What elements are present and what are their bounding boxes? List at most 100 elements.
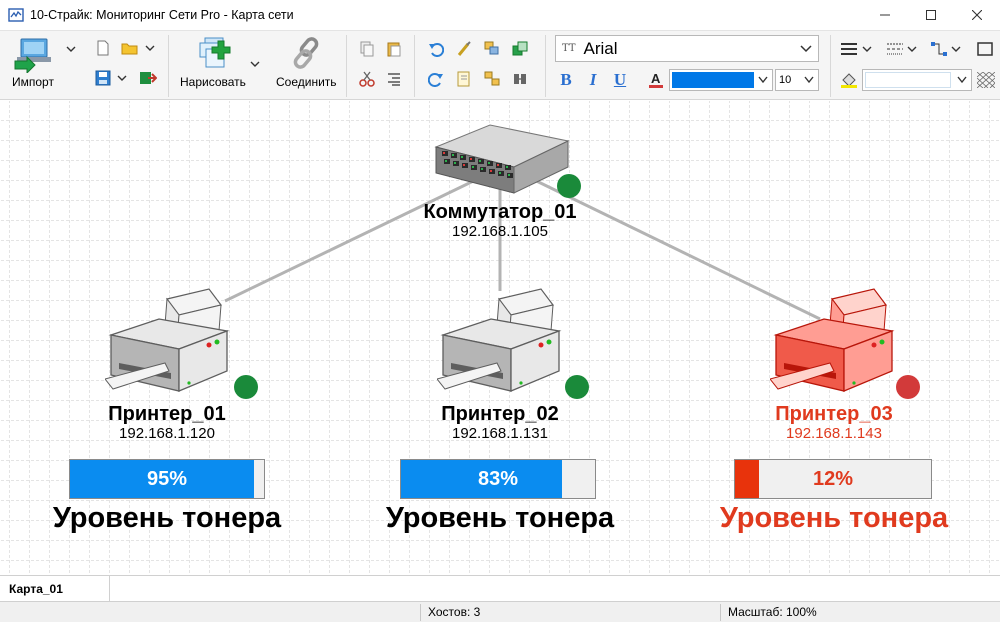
- connector-icon[interactable]: [930, 40, 948, 58]
- fill-color-select[interactable]: [862, 69, 972, 91]
- paste-icon[interactable]: [385, 40, 403, 58]
- chevron-down-icon[interactable]: [145, 43, 155, 53]
- group-icon[interactable]: [483, 40, 501, 58]
- brush-icon[interactable]: [455, 40, 473, 58]
- printer-02-toner-caption: Уровень тонера: [385, 502, 615, 534]
- connect-button[interactable]: Соединить: [276, 35, 337, 89]
- port-led: [499, 172, 501, 174]
- chevron-down-icon: [800, 45, 812, 53]
- printer-02-name: Принтер_02: [441, 403, 559, 425]
- undo-icon[interactable]: [427, 40, 445, 58]
- rectangle-icon[interactable]: [976, 40, 994, 58]
- minimize-icon: [880, 14, 890, 16]
- switch-ip: 192.168.1.105: [452, 223, 548, 240]
- network-map-canvas[interactable]: Коммутатор_01 192.168.1.105 Принтер_01 1…: [0, 101, 1000, 575]
- edit-icon[interactable]: [455, 70, 473, 88]
- port-led: [479, 160, 481, 162]
- port-led: [452, 154, 454, 156]
- close-icon: [972, 10, 982, 20]
- new-file-icon[interactable]: [94, 39, 112, 57]
- printer-01-name: Принтер_01: [108, 403, 226, 425]
- status-bar: Хостов: 3 Масштаб: 100%: [0, 601, 1000, 622]
- switch-label[interactable]: Коммутатор_01 192.168.1.105: [423, 201, 576, 241]
- printer-02-toner-value: 83%: [477, 468, 519, 490]
- fill-swatch: [865, 72, 951, 88]
- import-button[interactable]: Импорт: [12, 35, 54, 89]
- app-icon: [8, 8, 24, 22]
- chevron-down-icon[interactable]: [951, 44, 961, 54]
- printer-03-icon[interactable]: [770, 279, 896, 397]
- printer-01-icon[interactable]: [105, 279, 231, 397]
- printer-01-toner-caption: Уровень тонера: [52, 502, 282, 534]
- font-size-value: 10: [779, 74, 792, 86]
- copy-icon[interactable]: [358, 40, 376, 58]
- map-tab-strip: Карта_01: [0, 575, 1000, 602]
- send-back-icon[interactable]: [511, 70, 529, 88]
- ungroup-icon[interactable]: [483, 70, 501, 88]
- title-bar: 10-Страйк: Мониторинг Сети Pro - Карта с…: [0, 0, 1000, 30]
- port-led: [488, 162, 490, 164]
- port-led: [472, 166, 474, 168]
- port-led: [445, 160, 447, 162]
- chevron-down-icon: [804, 76, 814, 84]
- printer-03-name: Принтер_03: [775, 403, 893, 425]
- close-button[interactable]: [954, 0, 1000, 30]
- printer-01-label[interactable]: Принтер_01 192.168.1.120: [108, 403, 225, 443]
- switch-name: Коммутатор_01: [423, 201, 577, 223]
- printer-03-label[interactable]: Принтер_03 192.168.1.143: [775, 403, 892, 443]
- open-folder-icon[interactable]: [121, 39, 139, 57]
- minimize-button[interactable]: [862, 0, 908, 30]
- italic-icon[interactable]: I: [584, 70, 602, 89]
- hosts-count: Хостов: 3: [428, 605, 481, 619]
- dash-style-icon[interactable]: [886, 40, 904, 58]
- printer-02-label[interactable]: Принтер_02 192.168.1.131: [441, 403, 558, 443]
- port-led: [461, 156, 463, 158]
- export-icon[interactable]: [139, 69, 157, 87]
- port-led: [443, 152, 445, 154]
- printer-02-icon[interactable]: [437, 279, 563, 397]
- pattern-icon[interactable]: [977, 71, 995, 89]
- font-family-value: Arial: [583, 38, 618, 58]
- chevron-down-icon[interactable]: [66, 44, 76, 54]
- bring-front-icon[interactable]: [511, 40, 529, 58]
- port-led: [481, 168, 483, 170]
- underline-icon[interactable]: U: [611, 70, 629, 89]
- fill-icon[interactable]: [840, 71, 858, 89]
- font-size-select[interactable]: 10: [775, 69, 819, 91]
- font-type-icon: TT: [562, 43, 576, 54]
- printer-01-toner-bar: 95%: [69, 459, 265, 499]
- printer-02-ip: 192.168.1.131: [452, 425, 548, 442]
- connect-label: Соединить: [276, 75, 337, 89]
- bold-icon[interactable]: B: [557, 70, 575, 89]
- port-led: [470, 158, 472, 160]
- chevron-down-icon[interactable]: [862, 44, 872, 54]
- printer-03-toner-value: 12%: [812, 468, 854, 490]
- cut-icon[interactable]: [358, 70, 376, 88]
- font-color-icon[interactable]: A: [647, 71, 665, 89]
- font-family-select[interactable]: TT Arial: [555, 35, 819, 62]
- port-led: [506, 166, 508, 168]
- switch-icon[interactable]: [432, 117, 572, 197]
- printer-01-status-dot: [234, 375, 258, 399]
- draw-label: Нарисовать: [180, 75, 246, 89]
- printer-03-ip: 192.168.1.143: [786, 425, 882, 442]
- zoom-level: Масштаб: 100%: [728, 605, 817, 619]
- align-icon[interactable]: [385, 70, 403, 88]
- chevron-down-icon[interactable]: [250, 59, 260, 69]
- maximize-button[interactable]: [908, 0, 954, 30]
- svg-text:A: A: [651, 71, 661, 86]
- color-swatch: [672, 72, 754, 88]
- port-led: [463, 164, 465, 166]
- chevron-down-icon[interactable]: [117, 73, 127, 83]
- redo-icon[interactable]: [427, 70, 445, 88]
- printer-03-toner-bar: 12%: [734, 459, 932, 499]
- draw-button[interactable]: Нарисовать: [180, 35, 246, 89]
- text-color-select[interactable]: [669, 69, 773, 91]
- import-label: Импорт: [12, 75, 54, 89]
- save-icon[interactable]: [94, 69, 112, 87]
- chevron-down-icon[interactable]: [907, 44, 917, 54]
- line-style-icon[interactable]: [840, 40, 858, 58]
- window-title: 10-Страйк: Мониторинг Сети Pro - Карта с…: [30, 8, 294, 22]
- port-led: [497, 164, 499, 166]
- tab-map-01[interactable]: Карта_01: [0, 576, 110, 602]
